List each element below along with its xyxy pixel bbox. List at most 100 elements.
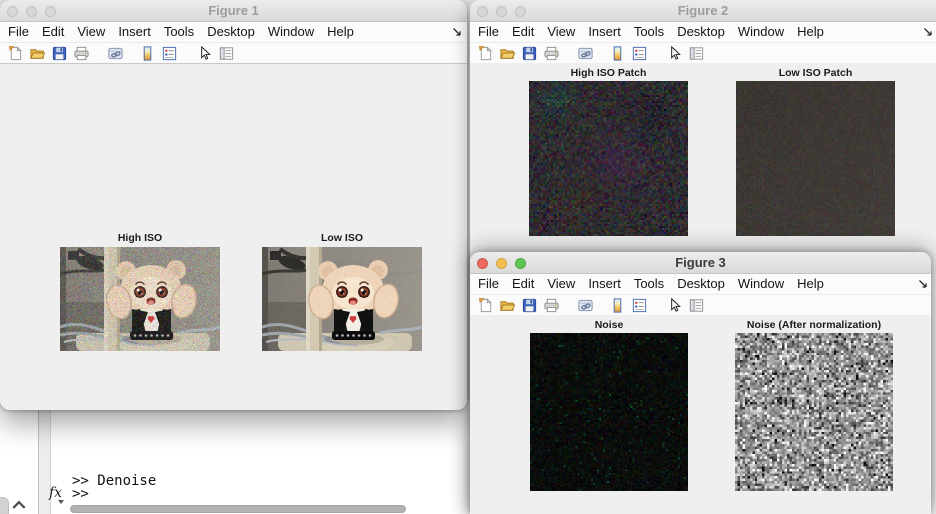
print-figure-button[interactable] — [542, 296, 560, 314]
menu-item-tools[interactable]: Tools — [164, 22, 194, 42]
insert-legend-button[interactable] — [630, 296, 648, 314]
image-title: Low ISO — [262, 232, 422, 244]
property-inspector-icon — [218, 45, 235, 62]
insert-colorbar-icon — [609, 45, 626, 62]
open-file-button[interactable] — [498, 296, 516, 314]
property-inspector-icon — [688, 297, 705, 314]
figure1-menubar: File Edit View Insert Tools Desktop Window Help — [0, 22, 467, 43]
print-figure-icon — [543, 45, 560, 62]
print-figure-button[interactable] — [542, 44, 560, 62]
insert-legend-icon — [631, 45, 648, 62]
menu-item-insert[interactable]: Insert — [588, 22, 621, 42]
menu-item-help[interactable]: Help — [797, 274, 824, 294]
high-iso-image — [60, 247, 220, 351]
edit-plot-icon — [666, 45, 683, 62]
insert-colorbar-button[interactable] — [138, 44, 156, 62]
window-title: Figure 2 — [470, 0, 936, 22]
menu-item-tools[interactable]: Tools — [634, 22, 664, 42]
save-figure-button[interactable] — [520, 296, 538, 314]
menu-item-help[interactable]: Help — [327, 22, 354, 42]
fx-function-hints-button[interactable]: fx — [49, 485, 62, 501]
menu-overflow-icon[interactable] — [452, 27, 462, 37]
chevron-up-icon[interactable] — [11, 499, 27, 510]
noise-image — [530, 333, 688, 491]
property-inspector-button[interactable] — [687, 44, 705, 62]
property-inspector-icon — [688, 45, 705, 62]
normalized-noise-image — [735, 333, 893, 491]
menu-item-insert[interactable]: Insert — [588, 274, 621, 294]
high-iso-patch-image — [529, 81, 688, 236]
edit-plot-button[interactable] — [195, 44, 213, 62]
menu-item-desktop[interactable]: Desktop — [677, 22, 725, 42]
figure1-window: Figure 1 File Edit View Insert Tools Desktop W… — [0, 0, 467, 410]
menu-item-window[interactable]: Window — [738, 22, 784, 42]
edit-plot-button[interactable] — [665, 296, 683, 314]
horizontal-scrollbar[interactable] — [70, 505, 406, 513]
menu-overflow-icon[interactable] — [918, 279, 928, 289]
print-figure-button[interactable] — [72, 44, 90, 62]
corner-button[interactable] — [0, 497, 9, 514]
property-inspector-button[interactable] — [217, 44, 235, 62]
insert-legend-button[interactable] — [160, 44, 178, 62]
print-figure-icon — [543, 297, 560, 314]
command-prompt[interactable]: >> — [72, 486, 89, 502]
menu-item-tools[interactable]: Tools — [634, 274, 664, 294]
menu-item-view[interactable]: View — [547, 274, 575, 294]
figure2-titlebar[interactable]: Figure 2 — [470, 0, 936, 22]
edit-plot-icon — [666, 297, 683, 314]
open-file-button[interactable] — [498, 44, 516, 62]
menu-item-desktop[interactable]: Desktop — [677, 274, 725, 294]
link-plot-button[interactable] — [576, 44, 594, 62]
menu-overflow-icon[interactable] — [923, 27, 933, 37]
image-title: Noise — [530, 319, 688, 331]
link-plot-icon — [577, 45, 594, 62]
menu-item-file[interactable]: File — [478, 22, 499, 42]
menu-item-edit[interactable]: Edit — [512, 22, 534, 42]
save-figure-button[interactable] — [520, 44, 538, 62]
menu-item-file[interactable]: File — [8, 22, 29, 42]
window-title: Figure 3 — [470, 252, 931, 274]
insert-colorbar-button[interactable] — [608, 44, 626, 62]
menu-item-view[interactable]: View — [77, 22, 105, 42]
menu-item-help[interactable]: Help — [797, 22, 824, 42]
menu-item-edit[interactable]: Edit — [512, 274, 534, 294]
image-title: Noise (After normalization) — [735, 319, 893, 331]
figure3-window: Figure 3 File Edit View Insert Tools Desktop W… — [470, 252, 931, 514]
insert-colorbar-icon — [139, 45, 156, 62]
menu-item-window[interactable]: Window — [268, 22, 314, 42]
open-file-button[interactable] — [28, 44, 46, 62]
figure2-menubar: File Edit View Insert Tools Desktop Window Help — [470, 22, 936, 43]
new-figure-button[interactable] — [6, 44, 24, 62]
open-file-icon — [499, 297, 516, 314]
insert-legend-button[interactable] — [630, 44, 648, 62]
menu-item-view[interactable]: View — [547, 22, 575, 42]
figure3-titlebar[interactable]: Figure 3 — [470, 252, 931, 274]
new-figure-button[interactable] — [476, 296, 494, 314]
link-plot-button[interactable] — [106, 44, 124, 62]
save-figure-button[interactable] — [50, 44, 68, 62]
edit-plot-button[interactable] — [665, 44, 683, 62]
menu-item-desktop[interactable]: Desktop — [207, 22, 255, 42]
figure1-toolbar — [0, 43, 467, 64]
image-title: High ISO Patch — [529, 67, 688, 79]
save-figure-icon — [521, 45, 538, 62]
menu-item-edit[interactable]: Edit — [42, 22, 64, 42]
figure1-titlebar[interactable]: Figure 1 — [0, 0, 467, 22]
figure3-menubar: File Edit View Insert Tools Desktop Window Help — [470, 274, 931, 295]
property-inspector-button[interactable] — [687, 296, 705, 314]
menu-item-window[interactable]: Window — [738, 274, 784, 294]
open-file-icon — [499, 45, 516, 62]
new-figure-button[interactable] — [476, 44, 494, 62]
save-figure-icon — [521, 297, 538, 314]
link-plot-button[interactable] — [576, 296, 594, 314]
figure1-canvas: High ISO Low ISO — [0, 64, 467, 410]
insert-colorbar-icon — [609, 297, 626, 314]
new-figure-icon — [7, 45, 24, 62]
insert-colorbar-button[interactable] — [608, 296, 626, 314]
link-plot-icon — [577, 297, 594, 314]
menu-item-file[interactable]: File — [478, 274, 499, 294]
menu-item-insert[interactable]: Insert — [118, 22, 151, 42]
figure3-canvas: Noise Noise (After normalization) — [470, 315, 931, 514]
edit-plot-icon — [196, 45, 213, 62]
insert-legend-icon — [631, 297, 648, 314]
